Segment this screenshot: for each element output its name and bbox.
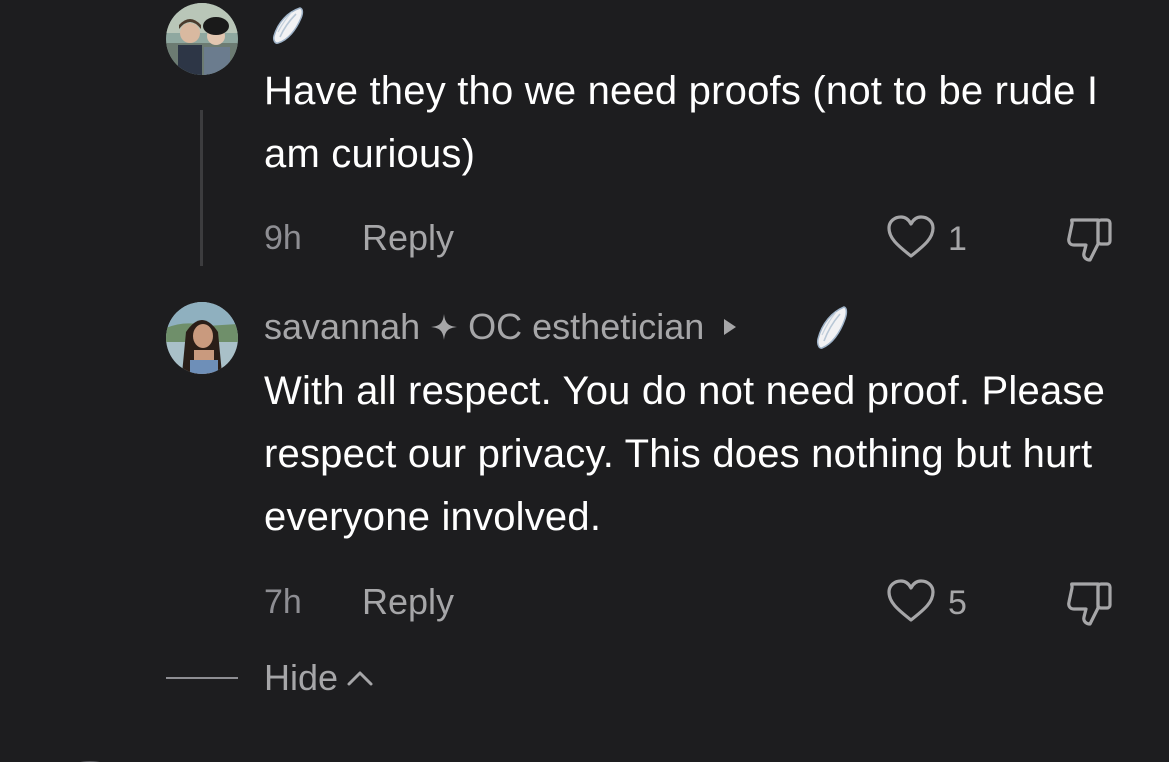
comment-timestamp: 9h bbox=[264, 218, 302, 257]
commenter-avatar[interactable] bbox=[166, 3, 238, 75]
reply-button[interactable]: Reply bbox=[362, 581, 454, 623]
like-count: 5 bbox=[948, 583, 967, 622]
username[interactable]: savannah bbox=[264, 306, 420, 348]
dislike-button[interactable] bbox=[1064, 578, 1118, 628]
sparkle-icon bbox=[430, 313, 458, 341]
comment-thread: Have they tho we need proofs (not to be … bbox=[0, 0, 1169, 762]
comment-meta: 7h Reply bbox=[264, 580, 454, 624]
thumbs-down-icon bbox=[1064, 582, 1118, 632]
like-button[interactable]: 5 bbox=[886, 578, 967, 629]
commenter-avatar[interactable] bbox=[166, 302, 238, 374]
thread-line bbox=[200, 110, 203, 266]
thumbs-down-icon bbox=[1064, 218, 1118, 268]
chevron-up-icon[interactable] bbox=[346, 669, 374, 687]
comment-header: savannah OC esthetician bbox=[264, 304, 738, 350]
like-button[interactable]: 1 bbox=[886, 214, 967, 265]
comment-text: With all respect. You do not need proof.… bbox=[264, 369, 1106, 539]
dislike-button[interactable] bbox=[1064, 214, 1118, 264]
angel-wing-icon bbox=[270, 6, 304, 46]
hide-replies-button[interactable]: Hide bbox=[264, 657, 338, 699]
play-triangle-icon[interactable] bbox=[722, 317, 738, 337]
user-bio[interactable]: OC esthetician bbox=[468, 306, 704, 348]
heart-icon bbox=[886, 578, 936, 629]
reply-button[interactable]: Reply bbox=[362, 217, 454, 259]
heart-icon bbox=[886, 214, 936, 265]
hide-replies-row[interactable]: Hide bbox=[166, 656, 374, 700]
like-count: 1 bbox=[948, 219, 967, 258]
comment-meta: 9h Reply bbox=[264, 216, 454, 260]
next-commenter-avatar[interactable] bbox=[40, 748, 140, 762]
comment-text: Have they tho we need proofs (not to be … bbox=[264, 69, 1099, 176]
angel-wing-icon bbox=[814, 305, 848, 349]
divider bbox=[166, 677, 238, 679]
comment-timestamp: 7h bbox=[264, 582, 302, 621]
